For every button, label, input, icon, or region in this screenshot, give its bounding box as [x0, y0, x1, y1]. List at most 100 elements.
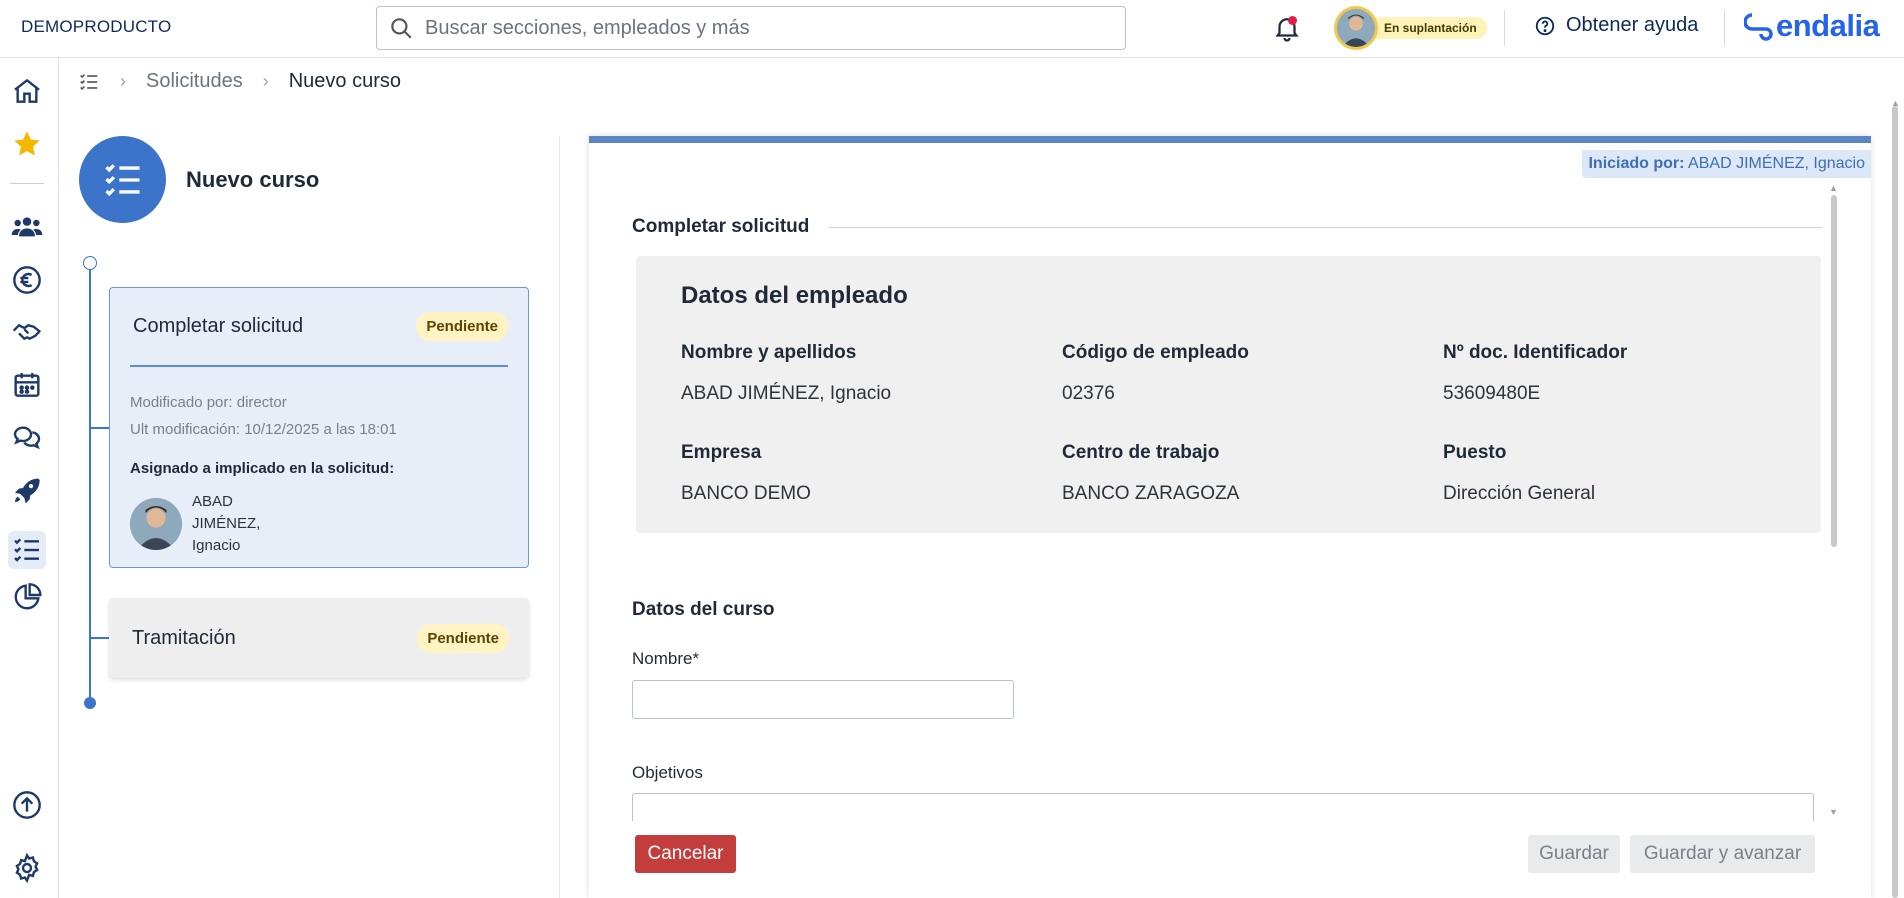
initiated-by-label: Iniciado por:: [1588, 155, 1685, 172]
scroll-down-arrow-icon[interactable]: ▼: [1829, 807, 1838, 817]
field-label-nombre: Nombre y apellidos: [681, 342, 857, 363]
global-search[interactable]: [376, 6, 1126, 50]
assignee-name: ABAD JIMÉNEZ, Ignacio: [192, 491, 272, 557]
workflow-icon-circle: [79, 136, 166, 223]
divider: [1504, 10, 1505, 46]
user-avatar[interactable]: [1334, 5, 1378, 50]
breadcrumb: › Solicitudes › Nuevo curso: [78, 70, 401, 93]
help-label: Obtener ayuda: [1566, 14, 1699, 36]
logo-text: endalia: [1776, 8, 1880, 43]
course-name-input[interactable]: [632, 680, 1014, 719]
timeline-connector: [90, 427, 110, 429]
field-label-codigo: Código de empleado: [1062, 342, 1249, 363]
left-navigation: [0, 58, 59, 898]
nav-favorites[interactable]: [8, 125, 46, 163]
timeline-start-dot: [83, 256, 97, 270]
nav-requests[interactable]: [8, 531, 46, 569]
company-name[interactable]: DEMOPRODUCTO: [21, 17, 171, 37]
nav-agreements[interactable]: [8, 313, 46, 351]
nav-home[interactable]: [8, 72, 46, 110]
course-name-label: Nombre*: [632, 649, 700, 668]
initiated-by: Iniciado por: ABAD JIMÉNEZ, Ignacio: [1582, 150, 1871, 178]
breadcrumb-current: Nuevo curso: [288, 70, 401, 92]
scroll-up-arrow-icon[interactable]: ▲: [1829, 183, 1838, 193]
field-label-centro: Centro de trabajo: [1062, 442, 1220, 463]
nav-separator: [10, 183, 44, 184]
course-data-title: Datos del curso: [632, 599, 775, 620]
step-divider: [130, 365, 508, 367]
section-title-text: Completar solicitud: [632, 216, 810, 237]
save-and-advance-button[interactable]: Guardar y avanzar: [1630, 835, 1815, 873]
handshake-icon: [12, 323, 42, 341]
home-icon: [14, 78, 40, 103]
nav-scroll-top[interactable]: [8, 786, 46, 824]
nav-payroll[interactable]: [8, 261, 46, 299]
field-label-empresa: Empresa: [681, 442, 762, 463]
endalia-logo[interactable]: endalia: [1744, 8, 1880, 44]
pie-chart-icon: [14, 583, 42, 610]
request-form-panel: Iniciado por: ABAD JIMÉNEZ, Ignacio Comp…: [589, 136, 1871, 898]
nav-reports[interactable]: [8, 578, 46, 616]
step-header: Completar solicitud Pendiente: [110, 288, 528, 365]
cancel-button[interactable]: Cancelar: [635, 835, 736, 873]
field-value-puesto: Dirección General: [1443, 483, 1596, 504]
form-scrollbar-thumb[interactable]: [1831, 195, 1837, 547]
step-card-tramitacion[interactable]: Tramitación Pendiente: [109, 598, 529, 678]
column-divider: [559, 136, 560, 898]
field-value-centro: BANCO ZARAGOZA: [1062, 483, 1240, 504]
impersonation-indicator[interactable]: En suplantación: [1334, 5, 1487, 50]
search-icon: [391, 18, 412, 39]
notifications-bell-icon[interactable]: [1272, 13, 1302, 43]
timeline-connector: [90, 637, 110, 639]
assigned-label: Asignado a implicado en la solicitud:: [130, 459, 395, 477]
avatar: [130, 497, 182, 550]
star-icon: [14, 131, 40, 156]
save-button[interactable]: Guardar: [1528, 835, 1620, 873]
field-value-doc: 53609480E: [1443, 383, 1541, 404]
step-header: Tramitación Pendiente: [109, 598, 529, 678]
initiated-by-value: ABAD JIMÉNEZ, Ignacio: [1688, 155, 1865, 172]
objectives-textarea[interactable]: [632, 793, 1814, 823]
field-value-codigo: 02376: [1062, 383, 1115, 404]
page-scrollbar[interactable]: [1892, 106, 1898, 898]
divider: [1724, 10, 1725, 46]
assignee-name-line: JIMÉNEZ,: [192, 514, 261, 532]
arrow-up-circle-icon: [13, 791, 41, 819]
section-divider: [829, 226, 1822, 228]
chevron-right-icon: ›: [262, 71, 269, 91]
step-name: Tramitación: [132, 626, 236, 649]
impersonation-badge: En suplantación: [1372, 16, 1487, 39]
nav-onboarding[interactable]: [8, 471, 46, 509]
chevron-right-icon: ›: [120, 71, 126, 91]
breadcrumb-link-solicitudes[interactable]: Solicitudes: [146, 70, 243, 93]
question-circle-icon: [1535, 16, 1555, 35]
rocket-icon: [15, 478, 40, 504]
timeline-end-dot: [84, 697, 96, 709]
checklist-icon: [104, 163, 139, 196]
nav-calendar[interactable]: [8, 366, 46, 404]
workflow-header: Nuevo curso: [79, 136, 319, 223]
endalia-logo-icon: [1744, 13, 1773, 41]
step-meta: Modificado por: director Ult modificació…: [110, 389, 528, 443]
objectives-label: Objetivos: [632, 763, 703, 782]
nav-people[interactable]: [8, 208, 46, 246]
employee-data-box: Datos del empleado Nombre y apellidos AB…: [636, 256, 1821, 533]
field-label-doc: Nº doc. Identificador: [1443, 342, 1628, 363]
top-bar: DEMOPRODUCTO En suplantación Obtener ayu…: [0, 0, 1904, 58]
nav-settings[interactable]: [8, 849, 46, 887]
help-link[interactable]: Obtener ayuda: [1534, 14, 1698, 37]
gear-icon: [15, 852, 39, 884]
notification-dot: [1288, 16, 1297, 25]
last-modified: Ult modificación: 10/12/2025 a las 18:01: [130, 420, 397, 438]
field-value-empresa: BANCO DEMO: [681, 483, 811, 504]
workflow-title: Nuevo curso: [186, 166, 320, 192]
search-input[interactable]: [425, 16, 1085, 40]
nav-messages[interactable]: [8, 418, 46, 456]
section-title: Completar solicitud: [632, 216, 1822, 238]
checklist-icon: [14, 538, 39, 562]
people-icon: [11, 217, 43, 237]
checklist-icon[interactable]: [78, 71, 100, 93]
step-card-completar-solicitud[interactable]: Completar solicitud Pendiente Modificado…: [109, 287, 529, 568]
euro-icon: [13, 266, 41, 294]
field-label-puesto: Puesto: [1443, 442, 1507, 463]
